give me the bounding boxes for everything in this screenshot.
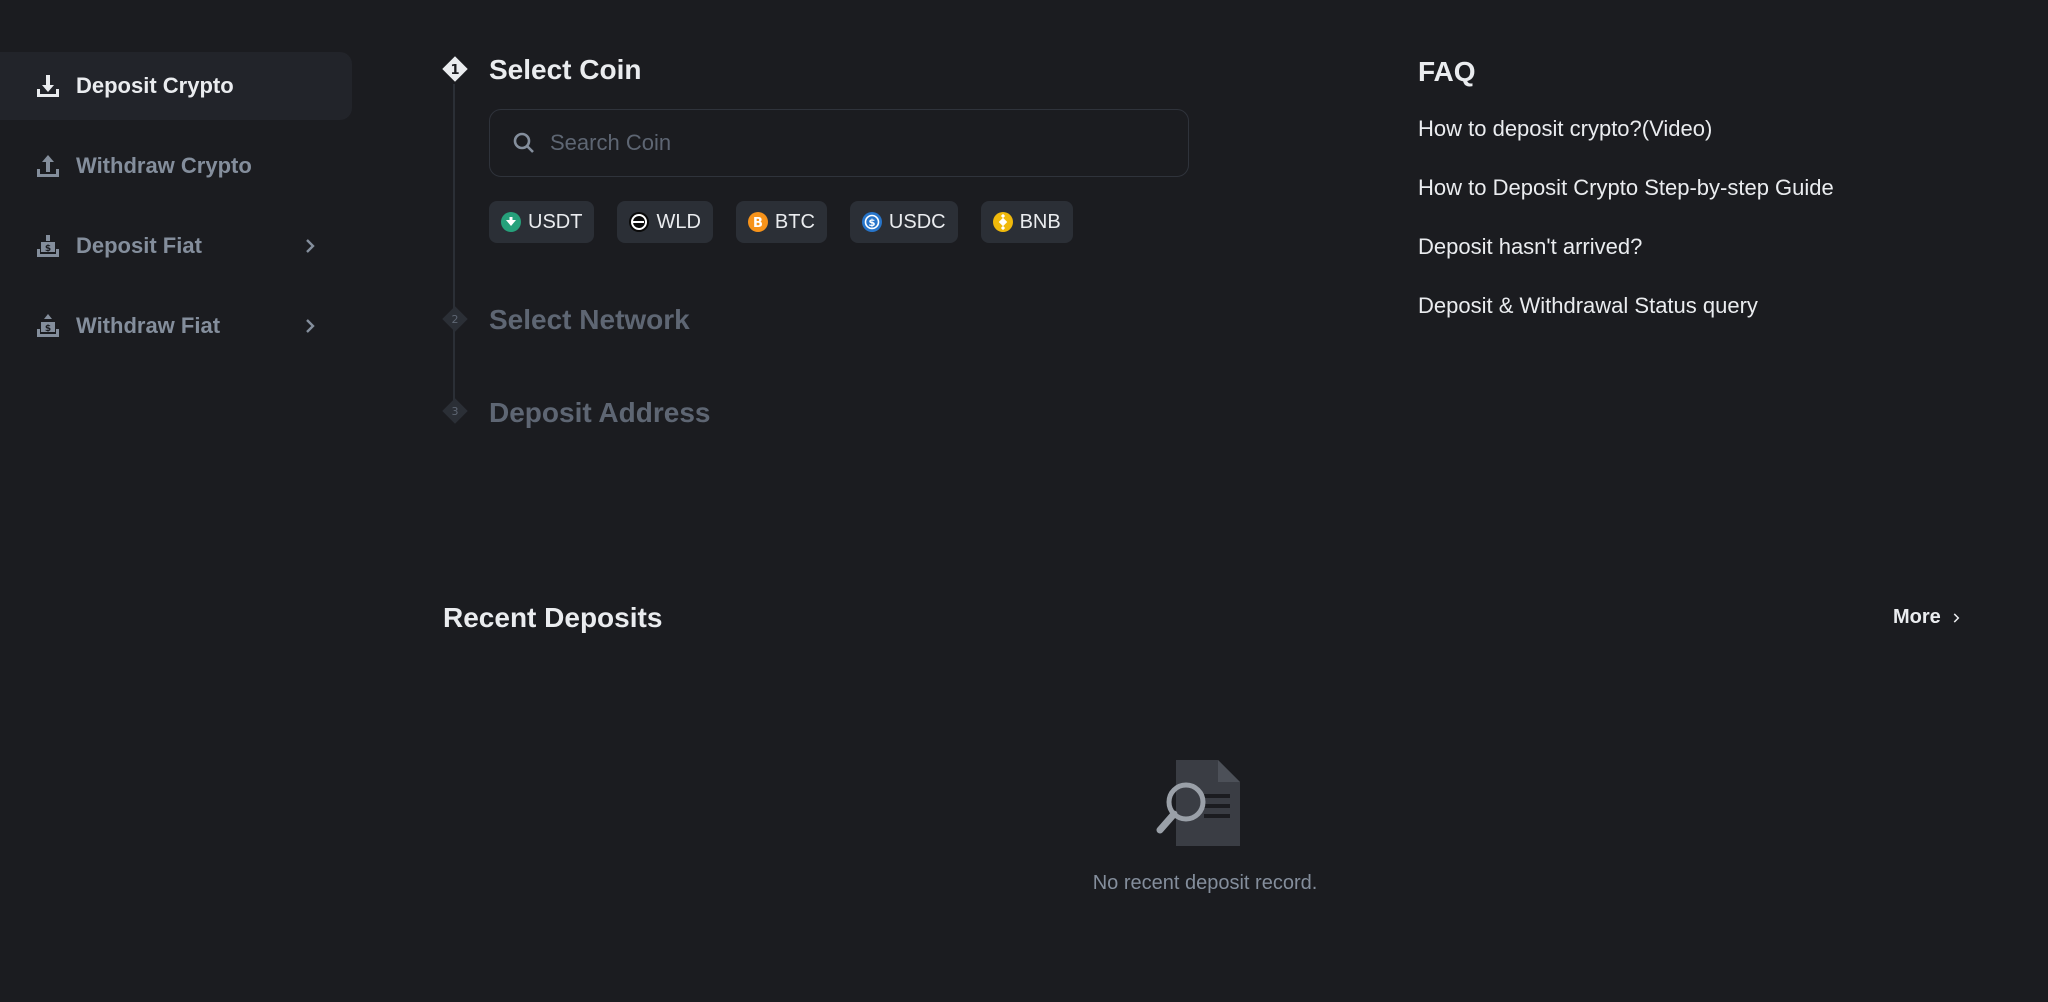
sidebar-item-label: Deposit Fiat [76,233,202,258]
download-icon [34,72,62,100]
svg-text:$: $ [868,218,875,229]
svg-text:B: B [753,216,763,231]
step-title-select-network: Select Network [489,304,690,335]
usdc-icon: $ [861,212,882,232]
coin-chip-label: USDC [888,210,946,233]
svg-text:$: $ [45,244,51,254]
svg-text:2: 2 [452,313,459,326]
empty-state-text: No recent deposit record. [1092,872,1318,894]
deposit-page: Deposit Crypto Withdraw Crypto $ Deposit… [0,0,2048,1002]
coin-chip-label: WLD [656,210,701,233]
step-2-marker: 2 [442,306,468,332]
step-title-deposit-address: Deposit Address [489,397,711,428]
faq-panel: FAQ How to deposit crypto?(Video) How to… [1418,56,1834,352]
coin-chip-usdt[interactable]: USDT [489,201,595,243]
search-coin-box[interactable] [489,109,1189,177]
search-icon [513,132,534,153]
faq-link[interactable]: Deposit & Withdrawal Status query [1418,293,1834,319]
coin-chip-wld[interactable]: WLD [617,201,713,243]
coin-chip-label: USDT [528,210,583,233]
chevron-right-icon [306,319,315,333]
chevron-right-icon [306,239,315,253]
coin-chip-btc[interactable]: B BTC [735,201,827,243]
faq-link[interactable]: How to Deposit Crypto Step-by-step Guide [1418,175,1834,201]
svg-text:1: 1 [450,63,459,78]
faq-title: FAQ [1418,56,1476,87]
coin-chip-label: BTC [774,210,815,233]
step-timeline-line [453,84,455,400]
sidebar-item-deposit-crypto[interactable]: Deposit Crypto [0,52,352,120]
step-title-select-coin: Select Coin [489,54,642,85]
faq-link[interactable]: Deposit hasn't arrived? [1418,234,1834,260]
coin-chip-bnb[interactable]: BNB [980,201,1073,243]
btc-icon: B [747,212,768,232]
sidebar-item-label: Withdraw Fiat [76,313,221,338]
empty-records-icon [1156,760,1240,846]
search-coin-input[interactable] [550,130,1150,156]
sidebar-item-withdraw-crypto[interactable]: Withdraw Crypto [0,132,352,200]
step-1-marker: 1 [442,56,468,82]
deposit-fiat-icon: $ [34,232,62,260]
step-3-marker: 3 [442,398,468,424]
sidebar-item-deposit-fiat[interactable]: $ Deposit Fiat [0,212,352,280]
svg-text:3: 3 [452,405,459,418]
svg-text:$: $ [45,324,51,334]
bnb-icon [992,212,1013,232]
chevron-right-icon [1953,612,1960,623]
sidebar: Deposit Crypto Withdraw Crypto $ Deposit… [0,52,352,372]
sidebar-item-withdraw-fiat[interactable]: $ Withdraw Fiat [0,292,352,360]
recent-deposits-title: Recent Deposits [443,602,663,633]
sidebar-item-label: Withdraw Crypto [76,153,252,178]
more-link-label: More [1893,606,1941,628]
popular-coins: USDT WLD B BTC $ USDC BNB [489,201,1073,243]
usdt-icon [501,212,521,232]
coin-chip-usdc[interactable]: $ USDC [849,201,958,243]
faq-link[interactable]: How to deposit crypto?(Video) [1418,116,1834,142]
upload-icon [34,152,62,180]
withdraw-fiat-icon: $ [34,312,62,340]
more-link[interactable]: More [1893,606,1963,629]
coin-chip-label: BNB [1019,210,1061,233]
wld-icon [629,212,650,232]
sidebar-item-label: Deposit Crypto [76,73,234,98]
